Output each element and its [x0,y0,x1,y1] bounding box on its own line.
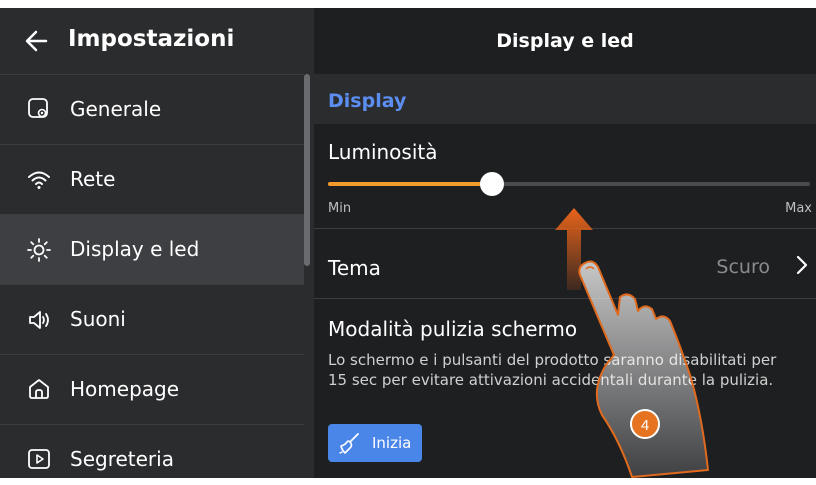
device-screen: Impostazioni Generale Rete Display e led… [0,8,816,478]
home-icon [29,379,49,399]
page-title: Display e led [496,30,634,52]
section-title: Display [328,90,407,112]
sidebar-item-label: Display e led [70,237,200,261]
sidebar-item-label: Suoni [70,307,126,331]
wifi-icon [28,171,50,189]
brightness-max-label: Max [785,201,812,216]
chevron-right-icon[interactable] [794,254,810,276]
sidebar-item-homepage[interactable]: Homepage [0,354,304,424]
cleaning-brush-icon [339,433,359,454]
sidebar-item-rete[interactable]: Rete [0,144,304,214]
description-line: Lo schermo e i pulsanti del prodotto sar… [328,351,777,369]
section-header: Display [314,74,816,124]
sidebar-item-suoni[interactable]: Suoni [0,284,304,354]
brightness-slider[interactable] [328,172,810,196]
sidebar-header: Impostazioni [0,8,314,74]
brightness-slider-thumb[interactable] [479,172,504,196]
back-arrow-icon[interactable] [24,28,50,54]
sidebar-title: Impostazioni [68,26,235,52]
theme-row[interactable]: Tema [328,256,381,280]
sidebar-item-display[interactable]: Display e led [0,214,304,284]
play-icon [28,449,50,469]
divider [314,298,816,299]
sidebar-scrollbar[interactable] [304,74,310,266]
sidebar-item-label: Rete [70,167,116,191]
sun-icon [27,238,51,262]
start-cleaning-label: Inizia [372,434,412,452]
brightness-slider-fill [328,182,492,186]
cleaning-mode-label: Modalità pulizia schermo [328,317,578,341]
sidebar-item-label: Generale [70,97,162,121]
theme-value[interactable]: Scuro [716,256,770,278]
start-cleaning-button[interactable]: Inizia [328,424,422,462]
brightness-min-label: Min [328,201,352,216]
sidebar-item-label: Homepage [70,377,180,401]
display-settings-panel: Display e led Display Luminosità Min Max… [314,8,816,478]
cleaning-mode-description: Lo schermo e i pulsanti del prodotto sar… [328,350,816,390]
sidebar: Impostazioni Generale Rete Display e led… [0,8,314,478]
speaker-icon [29,311,49,329]
brightness-label: Luminosità [328,140,438,164]
sidebar-item-generale[interactable]: Generale [0,74,304,144]
sidebar-item-segreteria[interactable]: Segreteria [0,424,304,478]
description-line: 15 sec per evitare attivazioni accidenta… [328,371,774,389]
divider [314,228,816,229]
sidebar-item-label: Segreteria [70,447,174,471]
general-settings-icon [28,98,48,118]
